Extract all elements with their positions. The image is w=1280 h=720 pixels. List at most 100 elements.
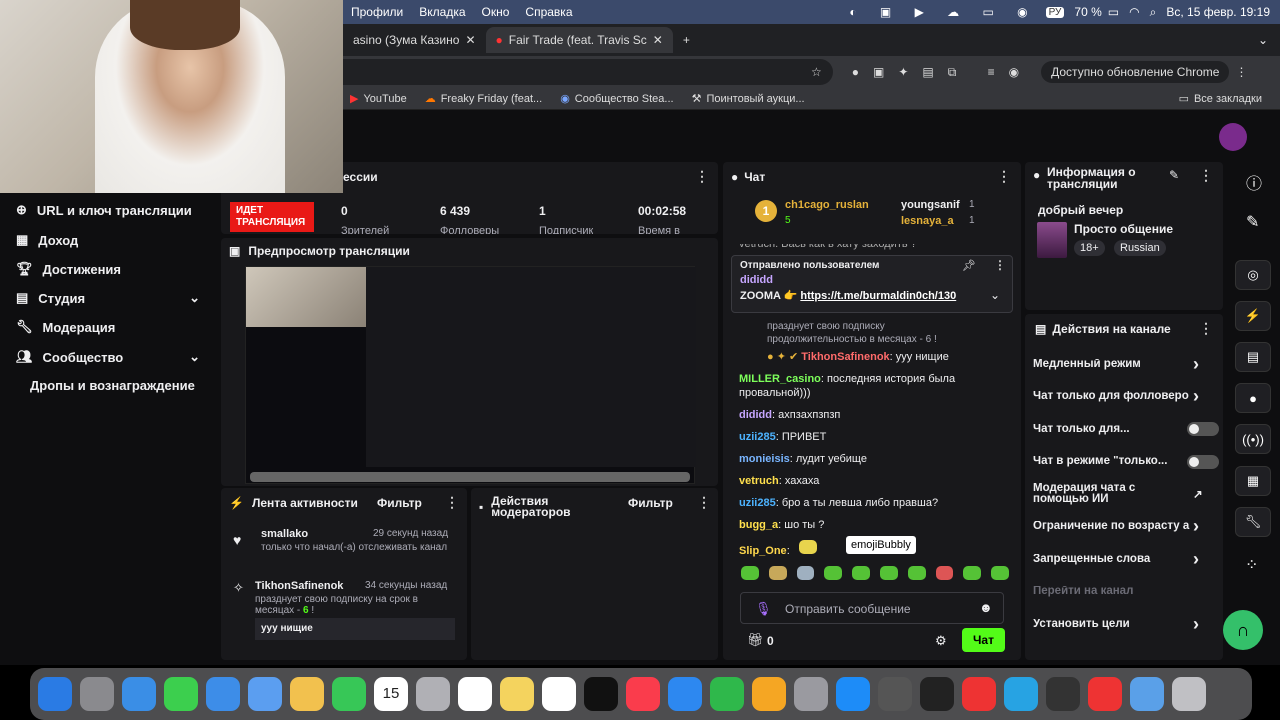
reminders-icon[interactable] bbox=[458, 677, 492, 711]
numbers-icon[interactable] bbox=[710, 677, 744, 711]
emote-picker-item[interactable] bbox=[991, 566, 1009, 580]
appstore-icon[interactable] bbox=[836, 677, 870, 711]
notes-icon[interactable]: ▤ bbox=[1235, 342, 1271, 372]
pinned-message[interactable]: Отправлено пользователем 📌︎ ⋮ dididd ZOO… bbox=[731, 255, 1013, 313]
wifi-icon[interactable]: ◠ bbox=[1129, 5, 1139, 19]
emote-picker-item[interactable] bbox=[907, 566, 926, 580]
contacts-icon[interactable] bbox=[416, 677, 450, 711]
stream-preview-video[interactable] bbox=[245, 266, 696, 484]
channel-action-item[interactable]: Чат в режиме "только... bbox=[1033, 446, 1219, 479]
sidebar-item-url-key[interactable]: ⊕ URL и ключ трансляции bbox=[16, 202, 192, 218]
emote-picker-item[interactable] bbox=[824, 566, 843, 580]
chevron-down-icon[interactable]: ⌄ bbox=[1258, 33, 1268, 47]
channel-action-item[interactable]: Перейти на канал bbox=[1033, 576, 1219, 609]
channel-action-item[interactable]: Чат только для... bbox=[1033, 413, 1219, 446]
chat-username[interactable]: uzii285 bbox=[739, 497, 776, 509]
safari-icon[interactable] bbox=[122, 677, 156, 711]
sidebar-item-drops[interactable]: Дропы и вознаграждение bbox=[30, 378, 195, 393]
gifter-name[interactable]: youngsanif bbox=[901, 199, 960, 211]
sub-user[interactable]: TikhonSafinenok bbox=[801, 351, 889, 363]
close-icon[interactable]: ✕ bbox=[653, 33, 663, 47]
pencil-icon[interactable]: ✎ bbox=[1169, 168, 1179, 182]
sidebar-item-studio[interactable]: ▤ Студия ⌄ bbox=[16, 290, 200, 306]
sidebar-item-moderation[interactable]: 🔧︎ Модерация bbox=[16, 319, 115, 335]
kebab-menu-icon[interactable]: ⋮ bbox=[445, 494, 459, 511]
channel-action-item[interactable]: Медленный режим › bbox=[1033, 348, 1219, 381]
activity-user[interactable]: smallako bbox=[261, 528, 308, 540]
pencil-icon[interactable]: ✎ bbox=[1246, 212, 1259, 232]
channel-action-item[interactable]: Установить цели › bbox=[1033, 608, 1219, 641]
top-gifter-name[interactable]: ch1cago_ruslan bbox=[785, 199, 869, 211]
bookmark-auction[interactable]: ⚒ Поинтовый аукци... bbox=[692, 92, 805, 106]
settings-icon[interactable] bbox=[794, 677, 828, 711]
kebab-menu-icon[interactable]: ⋮ bbox=[1199, 320, 1213, 337]
emote-picker-item[interactable] bbox=[935, 566, 954, 580]
kebab-menu-icon[interactable]: ⋮ bbox=[1199, 167, 1213, 184]
messages-icon[interactable] bbox=[164, 677, 198, 711]
chat-username[interactable]: Slip_One bbox=[739, 545, 787, 557]
url-input[interactable] bbox=[343, 59, 833, 85]
extension-icons[interactable]: ●▣✦▤⧉ ≡◉ bbox=[852, 65, 1033, 80]
gifter-name[interactable]: lesnaya_a bbox=[901, 215, 954, 227]
chevron-down-icon[interactable]: ⌄ bbox=[990, 288, 1000, 302]
sidebar-item-achievements[interactable]: 🏆︎ Достижения bbox=[16, 261, 121, 277]
trash-icon[interactable] bbox=[1172, 677, 1206, 711]
battery-percent[interactable]: 70 % bbox=[1074, 5, 1101, 19]
channel-action-item[interactable]: Ограничение по возрасту а › bbox=[1033, 511, 1219, 544]
chrome-alt-icon[interactable] bbox=[1088, 677, 1122, 711]
layout-icon[interactable]: ▦ bbox=[1235, 466, 1271, 496]
new-tab-button[interactable]: + bbox=[673, 27, 700, 53]
emote-picker-item[interactable] bbox=[879, 566, 898, 580]
close-icon[interactable]: ✕ bbox=[465, 33, 475, 47]
chat-username[interactable]: bugg_a bbox=[739, 519, 778, 531]
microphone-icon[interactable]: 🎙︎ bbox=[755, 601, 772, 617]
finder-icon[interactable] bbox=[38, 677, 72, 711]
chat-username[interactable]: dididd bbox=[739, 409, 772, 421]
emote-picker-item[interactable] bbox=[741, 566, 759, 580]
piano-app-icon[interactable] bbox=[920, 677, 954, 711]
kebab-menu-icon[interactable]: ⋮ bbox=[695, 168, 709, 185]
chat-input[interactable]: 🎙︎ Отправить сообщение ☻ bbox=[740, 592, 1004, 624]
emote-picker-item[interactable] bbox=[796, 566, 815, 580]
sidebar-item-community[interactable]: 👥︎ Сообщество ⌄ bbox=[16, 349, 200, 365]
keyboard-language[interactable]: РУ bbox=[1045, 6, 1065, 18]
activity-user[interactable]: TikhonSafinenok bbox=[255, 580, 343, 592]
tab-casino[interactable]: asino (Зума Казино ✕ bbox=[343, 27, 486, 53]
channel-action-item[interactable]: Модерация чата с помощью ИИ ↗ bbox=[1033, 478, 1219, 511]
toggle-switch[interactable] bbox=[1187, 454, 1219, 469]
lightning-icon[interactable]: ⚡ bbox=[1235, 301, 1271, 331]
maps-icon[interactable] bbox=[248, 677, 282, 711]
music-icon[interactable] bbox=[626, 677, 660, 711]
search-icon[interactable]: ⌕ bbox=[1150, 5, 1157, 20]
bookmark-youtube[interactable]: ▶ YouTube bbox=[350, 92, 407, 106]
headset-support-button[interactable]: ∩ bbox=[1223, 610, 1263, 650]
tab-fair-trade[interactable]: ● Fair Trade (feat. Travis Sc ✕ bbox=[485, 27, 673, 53]
all-bookmarks[interactable]: ▭ Все закладки bbox=[1179, 92, 1262, 106]
keynote-icon[interactable] bbox=[668, 677, 702, 711]
kebab-menu-icon[interactable]: ⋮ bbox=[1235, 65, 1247, 79]
pin-icon[interactable]: 📌︎ bbox=[962, 259, 976, 272]
menu-tab[interactable]: Вкладка bbox=[411, 5, 473, 19]
calendar-icon[interactable]: 15 bbox=[374, 677, 408, 711]
chrome-update-button[interactable]: Доступно обновление Chrome bbox=[1041, 61, 1230, 83]
chat-username[interactable]: MILLER_casino bbox=[739, 373, 821, 385]
telegram-icon[interactable] bbox=[1004, 677, 1038, 711]
wrench-icon[interactable]: 🔧︎ bbox=[1235, 507, 1271, 537]
pinned-link[interactable]: https://t.me/burmaldin0ch/130 bbox=[800, 290, 956, 302]
category-name[interactable]: Просто общение bbox=[1074, 222, 1173, 236]
info-icon[interactable]: ⓘ bbox=[1246, 170, 1262, 194]
kebab-menu-icon[interactable]: ⋮ bbox=[997, 168, 1011, 185]
broadcast-icon[interactable]: ((•)) bbox=[1235, 424, 1271, 454]
chat-send-button[interactable]: Чат bbox=[962, 628, 1005, 652]
avatar[interactable] bbox=[1219, 123, 1247, 151]
channel-action-item[interactable]: Чат только для фолловеро › bbox=[1033, 381, 1219, 414]
kebab-menu-icon[interactable]: ⋮ bbox=[697, 494, 711, 511]
gift-icon[interactable]: 🎁︎ bbox=[747, 632, 764, 648]
chat-bubble-icon[interactable]: ● bbox=[1235, 383, 1271, 413]
star-icon[interactable]: ☆ bbox=[811, 65, 822, 79]
steam-icon[interactable] bbox=[1046, 677, 1080, 711]
bookmark-steam[interactable]: ◉ Сообщество Stea... bbox=[560, 92, 673, 106]
clock[interactable]: Вс, 15 февр. 19:19 bbox=[1166, 5, 1270, 19]
channel-action-item[interactable]: Запрещенные слова › bbox=[1033, 543, 1219, 576]
kebab-menu-icon[interactable]: ⋮ bbox=[994, 258, 1006, 272]
